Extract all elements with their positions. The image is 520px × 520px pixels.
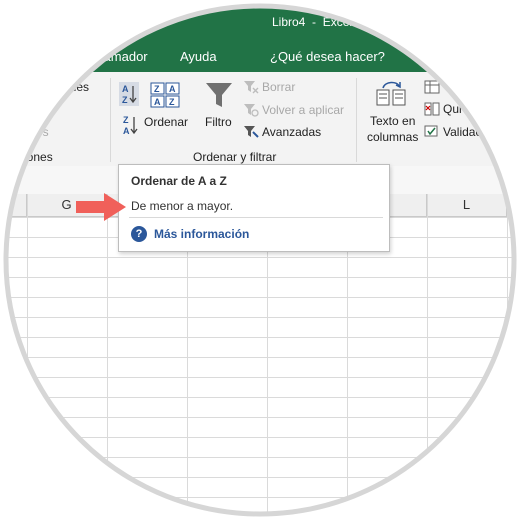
menu-bar: gramador Ayuda ¿Qué desea hacer?: [0, 40, 520, 105]
svg-text:A: A: [123, 126, 130, 136]
svg-text:Z: Z: [154, 84, 160, 94]
partial-group-label: ciones: [18, 150, 53, 164]
title-bar: Libro4 - Excel: [0, 0, 520, 40]
svg-text:Z: Z: [122, 95, 128, 105]
group-label-sort-filter: Ordenar y filtrar: [193, 150, 277, 164]
sort-z-to-a-icon[interactable]: Z A: [121, 114, 139, 136]
menu-tab-programador[interactable]: gramador: [92, 49, 148, 64]
tooltip-title: Ordenar de A a Z: [131, 174, 227, 188]
text-to-columns-label-1[interactable]: Texto en: [370, 114, 415, 128]
reapply-filter-icon: [244, 104, 259, 117]
column-header-l[interactable]: L: [427, 194, 507, 216]
data-validation-label[interactable]: Validac: [443, 125, 481, 139]
ribbon-separator: [356, 78, 357, 162]
partial-ribbon-label[interactable]: ones: [63, 80, 89, 94]
sort-a-to-z-icon[interactable]: A Z: [119, 82, 139, 106]
tell-me-search[interactable]: ¿Qué desea hacer?: [270, 49, 385, 64]
advanced-filter-label[interactable]: Avanzadas: [262, 125, 321, 139]
remove-duplicates-icon[interactable]: [424, 102, 440, 116]
grid-line: [107, 194, 108, 520]
flash-fill-icon[interactable]: [424, 80, 440, 94]
svg-text:A: A: [122, 84, 129, 94]
filter-button-label[interactable]: Filtro: [205, 115, 232, 129]
text-to-columns-icon[interactable]: [375, 80, 409, 108]
partial-ribbon-label-dim: os: [36, 125, 49, 139]
sort-tooltip: Ordenar de A a Z De menor a mayor. ? Más…: [118, 164, 390, 252]
remove-duplicates-label[interactable]: Qui: [443, 102, 462, 116]
help-question-icon[interactable]: ?: [131, 226, 147, 242]
excel-window: Libro4 - Excel gramador Ayuda ¿Qué desea…: [0, 0, 520, 520]
window-title: Libro4 - Excel: [272, 15, 353, 29]
red-arrow-icon: [76, 193, 126, 221]
sort-dialog-icon[interactable]: Z A A Z: [150, 82, 180, 108]
tooltip-description: De menor a mayor.: [131, 199, 234, 213]
data-validation-icon[interactable]: [424, 125, 440, 139]
sort-button-label[interactable]: Ordenar: [144, 115, 188, 129]
svg-text:Z: Z: [169, 97, 175, 107]
svg-text:A: A: [154, 97, 161, 107]
more-info-link[interactable]: Más información: [154, 227, 249, 241]
grid-line: [27, 194, 28, 520]
clear-filter-icon: [244, 81, 259, 94]
menu-tab-ayuda[interactable]: Ayuda: [180, 49, 217, 64]
ribbon-separator: [110, 78, 111, 162]
text-to-columns-label-2[interactable]: columnas: [367, 130, 418, 144]
column-header[interactable]: [0, 194, 27, 216]
clear-filter-label: Borrar: [262, 80, 296, 94]
grid-line: [507, 194, 508, 520]
svg-text:A: A: [169, 84, 176, 94]
tooltip-divider: [129, 217, 383, 218]
advanced-filter-icon[interactable]: [243, 125, 259, 139]
worksheet-grid[interactable]: [0, 217, 520, 520]
svg-text:Z: Z: [123, 115, 129, 125]
filter-funnel-icon[interactable]: [204, 80, 234, 110]
grid-line: [427, 194, 428, 520]
reapply-filter-label: Volver a aplicar: [262, 103, 345, 117]
